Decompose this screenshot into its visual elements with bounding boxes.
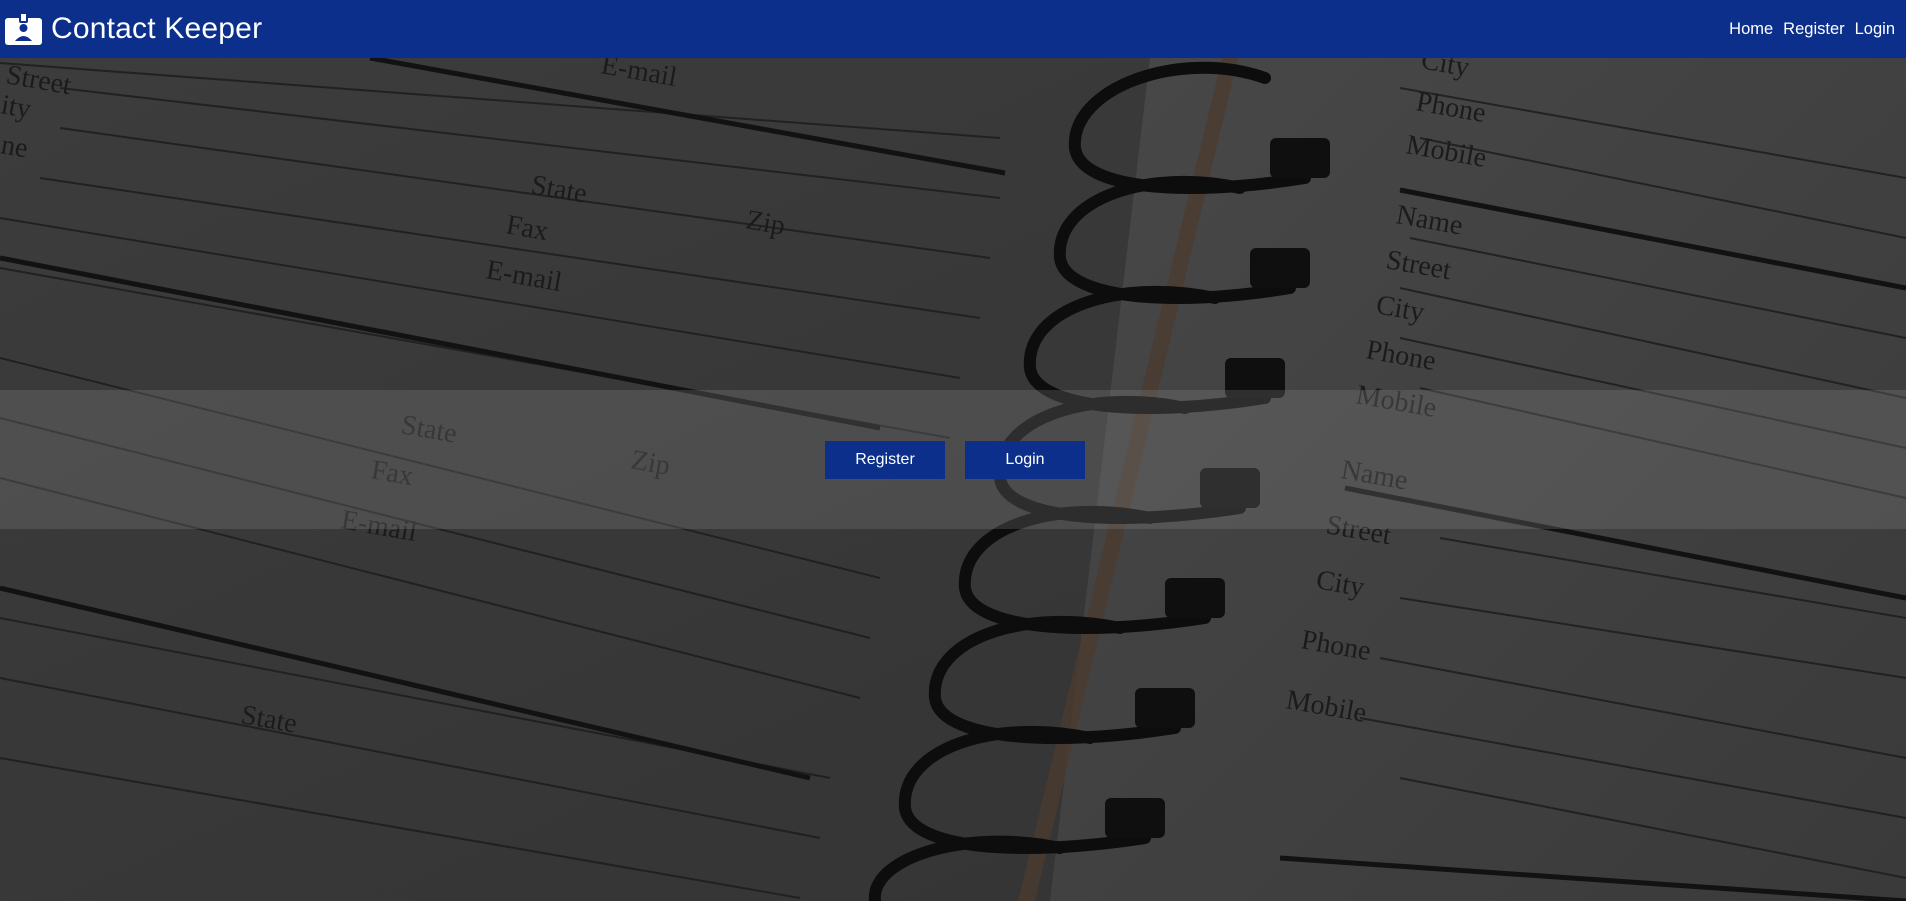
hero-buttons-band — [0, 390, 1906, 529]
navbar: Contact Keeper Home Register Login — [0, 0, 1906, 58]
login-button[interactable]: Login — [965, 441, 1085, 479]
hero-section: Street ity ne E-mail State Zip Fax E-mai… — [0, 58, 1906, 901]
nav-register-link[interactable]: Register — [1783, 20, 1844, 39]
app-title: Contact Keeper — [51, 12, 263, 45]
bg-phone-label: ne — [0, 129, 30, 164]
brand[interactable]: Contact Keeper — [0, 12, 262, 46]
bg-city-label: ity — [0, 89, 33, 125]
nav-links: Home Register Login — [1719, 20, 1906, 39]
nav-home-link[interactable]: Home — [1729, 20, 1773, 39]
register-button[interactable]: Register — [825, 441, 945, 479]
nav-login-link[interactable]: Login — [1855, 20, 1895, 39]
id-badge-icon — [5, 13, 42, 45]
